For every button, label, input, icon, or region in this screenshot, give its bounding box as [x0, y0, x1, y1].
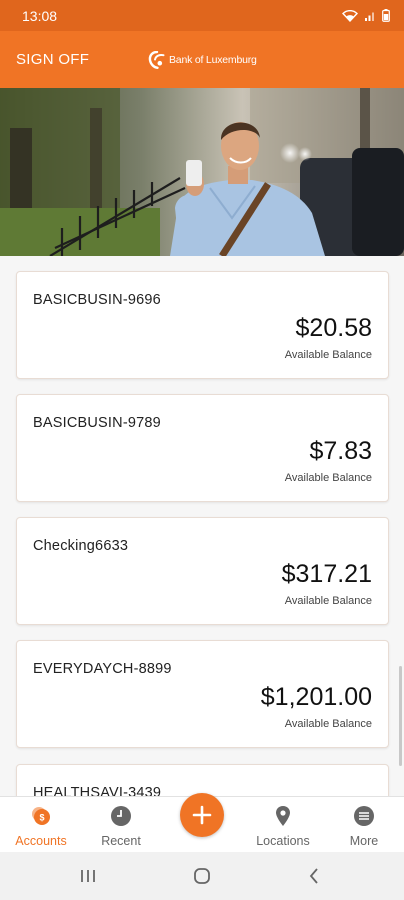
account-card[interactable]: EVERYDAYCH-8899 $1,201.00 Available Bala… [16, 640, 389, 748]
home-button[interactable] [182, 864, 222, 888]
account-balance: $317.21 [281, 560, 372, 588]
account-balance: $1,201.00 [260, 683, 372, 711]
nav-label: Recent [101, 834, 141, 848]
account-card[interactable]: Checking6633 $317.21 Available Balance [16, 517, 389, 625]
recents-button[interactable] [68, 864, 108, 888]
menu-lines-icon [353, 805, 375, 827]
account-name: BASICBUSIN-9789 [33, 415, 161, 431]
scrollbar[interactable] [399, 666, 402, 766]
recents-icon [81, 870, 95, 882]
bottom-nav: $ Accounts Recent Locations More [0, 793, 404, 853]
location-pin-icon [275, 805, 291, 827]
nav-more[interactable]: More [324, 797, 404, 853]
bank-logo: Bank of Luxemburg [148, 51, 257, 69]
nav-locations[interactable]: Locations [243, 797, 323, 853]
nav-accounts[interactable]: $ Accounts [1, 797, 81, 853]
sign-off-button[interactable]: SIGN OFF [16, 31, 89, 88]
accounts-list[interactable]: BASICBUSIN-9696 $20.58 Available Balance… [0, 256, 404, 796]
clock-icon [110, 805, 132, 827]
account-card[interactable]: BASICBUSIN-9696 $20.58 Available Balance [16, 271, 389, 379]
account-balance: $20.58 [295, 314, 372, 342]
bank-logo-text: Bank of Luxemburg [169, 54, 257, 66]
account-name: BASICBUSIN-9696 [33, 292, 161, 308]
available-balance-label: Available Balance [284, 349, 372, 361]
home-icon [194, 868, 210, 884]
hero-image [0, 88, 404, 256]
status-time: 13:08 [22, 7, 58, 24]
available-balance-label: Available Balance [284, 472, 372, 484]
account-balance: $7.83 [309, 437, 372, 465]
wifi-icon [342, 9, 358, 22]
add-action-button[interactable] [180, 793, 224, 837]
plus-icon [192, 805, 212, 825]
nav-label: Locations [256, 834, 310, 848]
status-icons [342, 9, 390, 22]
available-balance-label: Available Balance [284, 595, 372, 607]
status-bar: 13:08 [0, 0, 404, 31]
bank-logo-mark-icon [148, 51, 165, 69]
nav-label: Accounts [15, 834, 67, 848]
signal-icon [365, 12, 374, 21]
account-name: HEALTHSAVI-3439 [33, 785, 162, 796]
account-card[interactable]: BASICBUSIN-9789 $7.83 Available Balance [16, 394, 389, 502]
nav-label: More [349, 834, 379, 848]
account-name: EVERYDAYCH-8899 [33, 661, 172, 677]
available-balance-label: Available Balance [284, 718, 372, 730]
nav-recent[interactable]: Recent [81, 797, 161, 853]
accounts-coin-icon: $ [29, 805, 53, 827]
android-system-nav [0, 852, 404, 900]
svg-text:$: $ [39, 813, 44, 823]
back-icon [309, 868, 318, 884]
account-card[interactable]: HEALTHSAVI-3439 [16, 764, 389, 796]
hero-photo-man-with-phone [0, 88, 404, 256]
app-header: SIGN OFF Bank of Luxemburg [0, 31, 404, 88]
account-name: Checking6633 [33, 538, 129, 554]
back-button[interactable] [294, 864, 334, 888]
battery-icon [382, 9, 390, 22]
